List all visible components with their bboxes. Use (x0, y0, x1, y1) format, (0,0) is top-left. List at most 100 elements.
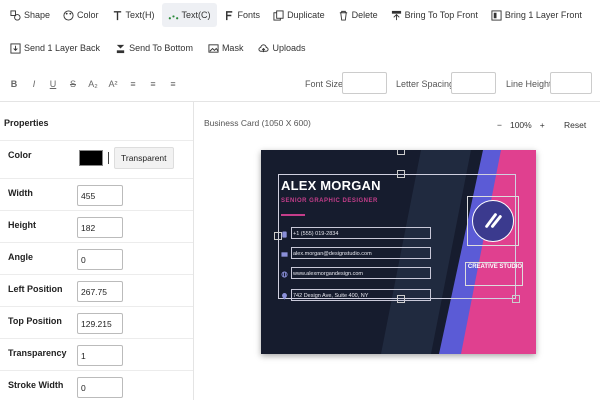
angle-row: Angle (0, 242, 193, 274)
contact-row-address: 742 Design Ave, Suite 400, NY (281, 289, 431, 302)
height-input[interactable] (77, 217, 123, 238)
font-size-input[interactable] (342, 72, 387, 94)
mask-label: Mask (221, 43, 244, 53)
color-swatch[interactable] (79, 150, 103, 166)
delete-button[interactable]: Delete (332, 3, 384, 27)
color-label: Color (77, 10, 99, 20)
resize-handle-bottom-right[interactable] (512, 295, 520, 303)
duplicate-button[interactable]: Duplicate (267, 3, 331, 27)
letter-spacing-input[interactable] (451, 72, 496, 94)
underline-button[interactable]: U (46, 79, 60, 89)
card-title-underline (281, 214, 305, 216)
transparency-input[interactable] (77, 345, 123, 366)
zoom-level: 100% (509, 120, 532, 130)
pen-icon (485, 213, 502, 228)
toolbar-secondary: Send 1 Layer Back Send To Bottom Mask Up… (0, 34, 600, 62)
business-card[interactable]: ALEX MORGAN SENIOR GRAPHIC DESIGNER +1 (… (261, 150, 536, 354)
fonts-button[interactable]: Fonts (218, 3, 267, 27)
properties-panel: Properties Color Transparent Width Heigh… (0, 102, 194, 400)
left-position-label: Left Position (8, 284, 63, 294)
stroke-width-label: Stroke Width (8, 380, 64, 390)
color-button[interactable]: Color (57, 3, 105, 27)
mask-button[interactable]: Mask (202, 36, 250, 60)
duplicate-label: Duplicate (287, 10, 325, 20)
text-c-button[interactable]: Text(C) (161, 3, 217, 27)
properties-title: Properties (4, 118, 49, 128)
bold-button[interactable]: B (7, 79, 21, 89)
zoom-control: − 100% + (497, 120, 545, 130)
align-left-button[interactable]: ≡ (126, 79, 140, 89)
cloud-upload-icon (258, 43, 269, 54)
contact-website: www.alexmorgandesign.com (293, 271, 364, 277)
top-position-label: Top Position (8, 316, 62, 326)
align-center-button[interactable]: ≡ (146, 79, 160, 89)
stroke-width-input[interactable] (77, 377, 123, 398)
subscript-button[interactable]: A₂ (86, 79, 100, 89)
swatch-separator (108, 152, 109, 164)
globe-icon (281, 270, 288, 278)
send-1-layer-back-label: Send 1 Layer Back (24, 43, 101, 53)
location-icon (282, 292, 287, 300)
color-row: Color Transparent (0, 140, 193, 172)
send-to-bottom-label: Send To Bottom (129, 43, 193, 53)
send-to-bottom-button[interactable]: Send To Bottom (109, 36, 199, 60)
bring-forward-icon (491, 9, 502, 21)
uploads-button[interactable]: Uploads (252, 36, 311, 60)
contact-email: alex.morgan@designstudio.com (293, 251, 372, 257)
height-row: Height (0, 210, 193, 242)
superscript-button[interactable]: A² (106, 79, 120, 89)
card-job-title: SENIOR GRAPHIC DESIGNER (281, 198, 378, 204)
phone-icon (282, 230, 287, 238)
shape-icon (10, 9, 21, 21)
font-icon (224, 10, 235, 21)
transparency-row: Transparency (0, 338, 193, 370)
left-position-input[interactable] (77, 281, 123, 302)
reset-button[interactable]: Reset (564, 120, 586, 130)
toolbar-main: Shape Color Text(H) Text(C) Fonts Duplic… (0, 0, 600, 30)
contact-row-web: www.alexmorgandesign.com (281, 267, 431, 280)
send-bottom-icon (115, 43, 126, 54)
send-1-layer-back-button[interactable]: Send 1 Layer Back (4, 36, 106, 60)
zoom-in-button[interactable]: + (540, 120, 545, 130)
studio-name: CREATIVE STUDIO (467, 264, 523, 270)
line-height-label: Line Height (506, 79, 552, 89)
text-h-button[interactable]: Text(H) (106, 3, 161, 27)
height-label: Height (8, 220, 36, 230)
stroke-width-row: Stroke Width (0, 370, 193, 400)
angle-label: Angle (8, 252, 34, 262)
width-row: Width (0, 178, 193, 210)
delete-label: Delete (351, 10, 378, 20)
email-icon (281, 251, 288, 257)
fonts-label: Fonts (237, 10, 261, 20)
top-position-row: Top Position (0, 306, 193, 338)
width-label: Width (8, 188, 33, 198)
width-input[interactable] (77, 185, 123, 206)
canvas-title: Business Card (1050 X 600) (204, 118, 311, 128)
text-c-label: Text(C) (181, 10, 211, 20)
duplicate-icon (273, 9, 284, 21)
text-c-icon (168, 10, 179, 21)
strikethrough-button[interactable]: S (66, 79, 80, 89)
angle-input[interactable] (77, 249, 123, 270)
resize-handle-top[interactable] (397, 150, 405, 155)
shape-label: Shape (24, 10, 51, 20)
bring-to-top-front-button[interactable]: Bring To Top Front (385, 3, 484, 27)
transparent-button[interactable]: Transparent (114, 147, 174, 169)
text-h-icon (112, 10, 123, 21)
left-position-row: Left Position (0, 274, 193, 306)
top-position-input[interactable] (77, 313, 123, 334)
zoom-out-button[interactable]: − (497, 120, 502, 130)
line-height-input[interactable] (550, 72, 592, 94)
align-right-button[interactable]: ≡ (166, 79, 180, 89)
bring-1-layer-front-label: Bring 1 Layer Front (504, 10, 582, 20)
resize-handle-inner-top[interactable] (397, 170, 405, 178)
bring-1-layer-front-button[interactable]: Bring 1 Layer Front (485, 3, 588, 27)
text-h-label: Text(H) (125, 10, 155, 20)
trash-icon (338, 10, 349, 21)
bring-to-top-front-label: Bring To Top Front (404, 10, 478, 20)
text-format-bar: B I U S A₂ A² ≡ ≡ ≡ Font Size Letter Spa… (0, 70, 600, 98)
bring-top-icon (391, 10, 402, 21)
letter-spacing-label: Letter Spacing (396, 79, 455, 89)
shape-button[interactable]: Shape (4, 3, 56, 27)
italic-button[interactable]: I (27, 79, 41, 89)
